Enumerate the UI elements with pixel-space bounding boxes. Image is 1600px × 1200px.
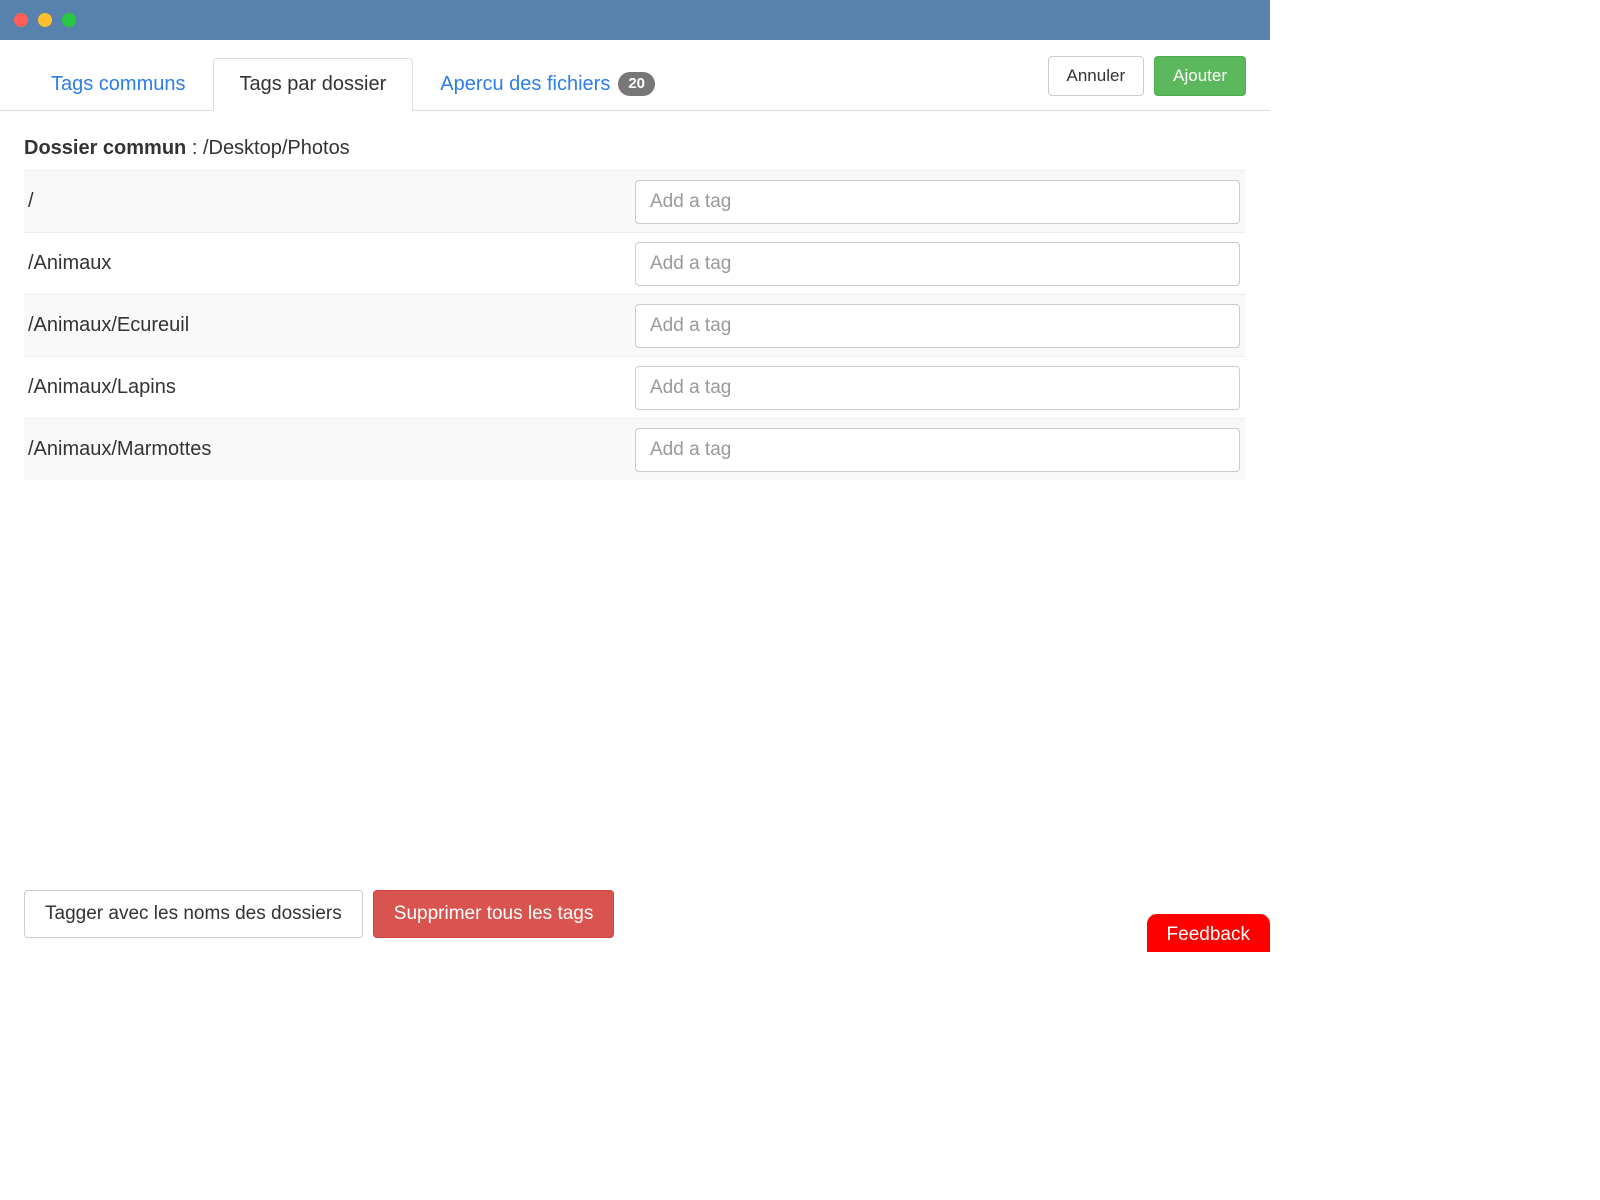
tag-input[interactable] <box>635 304 1240 348</box>
folder-path: /Animaux/Marmottes <box>24 438 635 461</box>
folder-tag-cell <box>635 358 1246 418</box>
tab-tags-par-dossier[interactable]: Tags par dossier <box>213 58 414 111</box>
folder-row: /Animaux/Lapins <box>24 356 1246 418</box>
feedback-button[interactable]: Feedback <box>1147 914 1270 952</box>
common-folder-label: Dossier commun <box>24 137 186 159</box>
content: Dossier commun : /Desktop/Photos / /Anim… <box>0 111 1270 480</box>
common-folder-line: Dossier commun : /Desktop/Photos <box>24 137 1246 160</box>
folder-path: /Animaux <box>24 252 635 275</box>
window-maximize-icon[interactable] <box>62 13 76 27</box>
folder-path: /Animaux/Ecureuil <box>24 314 635 337</box>
header-row: Tags communs Tags par dossier Apercu des… <box>0 40 1270 111</box>
add-button[interactable]: Ajouter <box>1154 56 1246 96</box>
tab-tags-communs[interactable]: Tags communs <box>24 58 213 111</box>
folder-path: /Animaux/Lapins <box>24 376 635 399</box>
tab-apercu-fichiers[interactable]: Apercu des fichiers 20 <box>413 57 682 111</box>
tab-apercu-label: Apercu des fichiers <box>440 73 610 96</box>
window-close-icon[interactable] <box>14 13 28 27</box>
folder-row: / <box>24 170 1246 232</box>
file-count-badge: 20 <box>618 72 655 96</box>
tag-with-folder-names-button[interactable]: Tagger avec les noms des dossiers <box>24 890 363 938</box>
folder-tag-cell <box>635 234 1246 294</box>
folder-row: /Animaux <box>24 232 1246 294</box>
folder-rows: / /Animaux /Animaux/Ecureuil /Animaux/La… <box>24 170 1246 480</box>
tag-input[interactable] <box>635 428 1240 472</box>
header-buttons: Annuler Ajouter <box>1048 56 1246 110</box>
tag-input[interactable] <box>635 366 1240 410</box>
folder-row: /Animaux/Marmottes <box>24 418 1246 480</box>
tabs: Tags communs Tags par dossier Apercu des… <box>24 56 682 110</box>
folder-path: / <box>24 190 635 213</box>
common-folder-separator: : <box>186 137 203 159</box>
folder-tag-cell <box>635 172 1246 232</box>
tag-input[interactable] <box>635 180 1240 224</box>
folder-tag-cell <box>635 420 1246 480</box>
window-titlebar <box>0 0 1270 40</box>
tag-input[interactable] <box>635 242 1240 286</box>
footer: Tagger avec les noms des dossiers Suppri… <box>24 890 614 938</box>
common-folder-path: /Desktop/Photos <box>203 137 350 159</box>
delete-all-tags-button[interactable]: Supprimer tous les tags <box>373 890 615 938</box>
window-minimize-icon[interactable] <box>38 13 52 27</box>
folder-row: /Animaux/Ecureuil <box>24 294 1246 356</box>
folder-tag-cell <box>635 296 1246 356</box>
cancel-button[interactable]: Annuler <box>1048 56 1145 96</box>
